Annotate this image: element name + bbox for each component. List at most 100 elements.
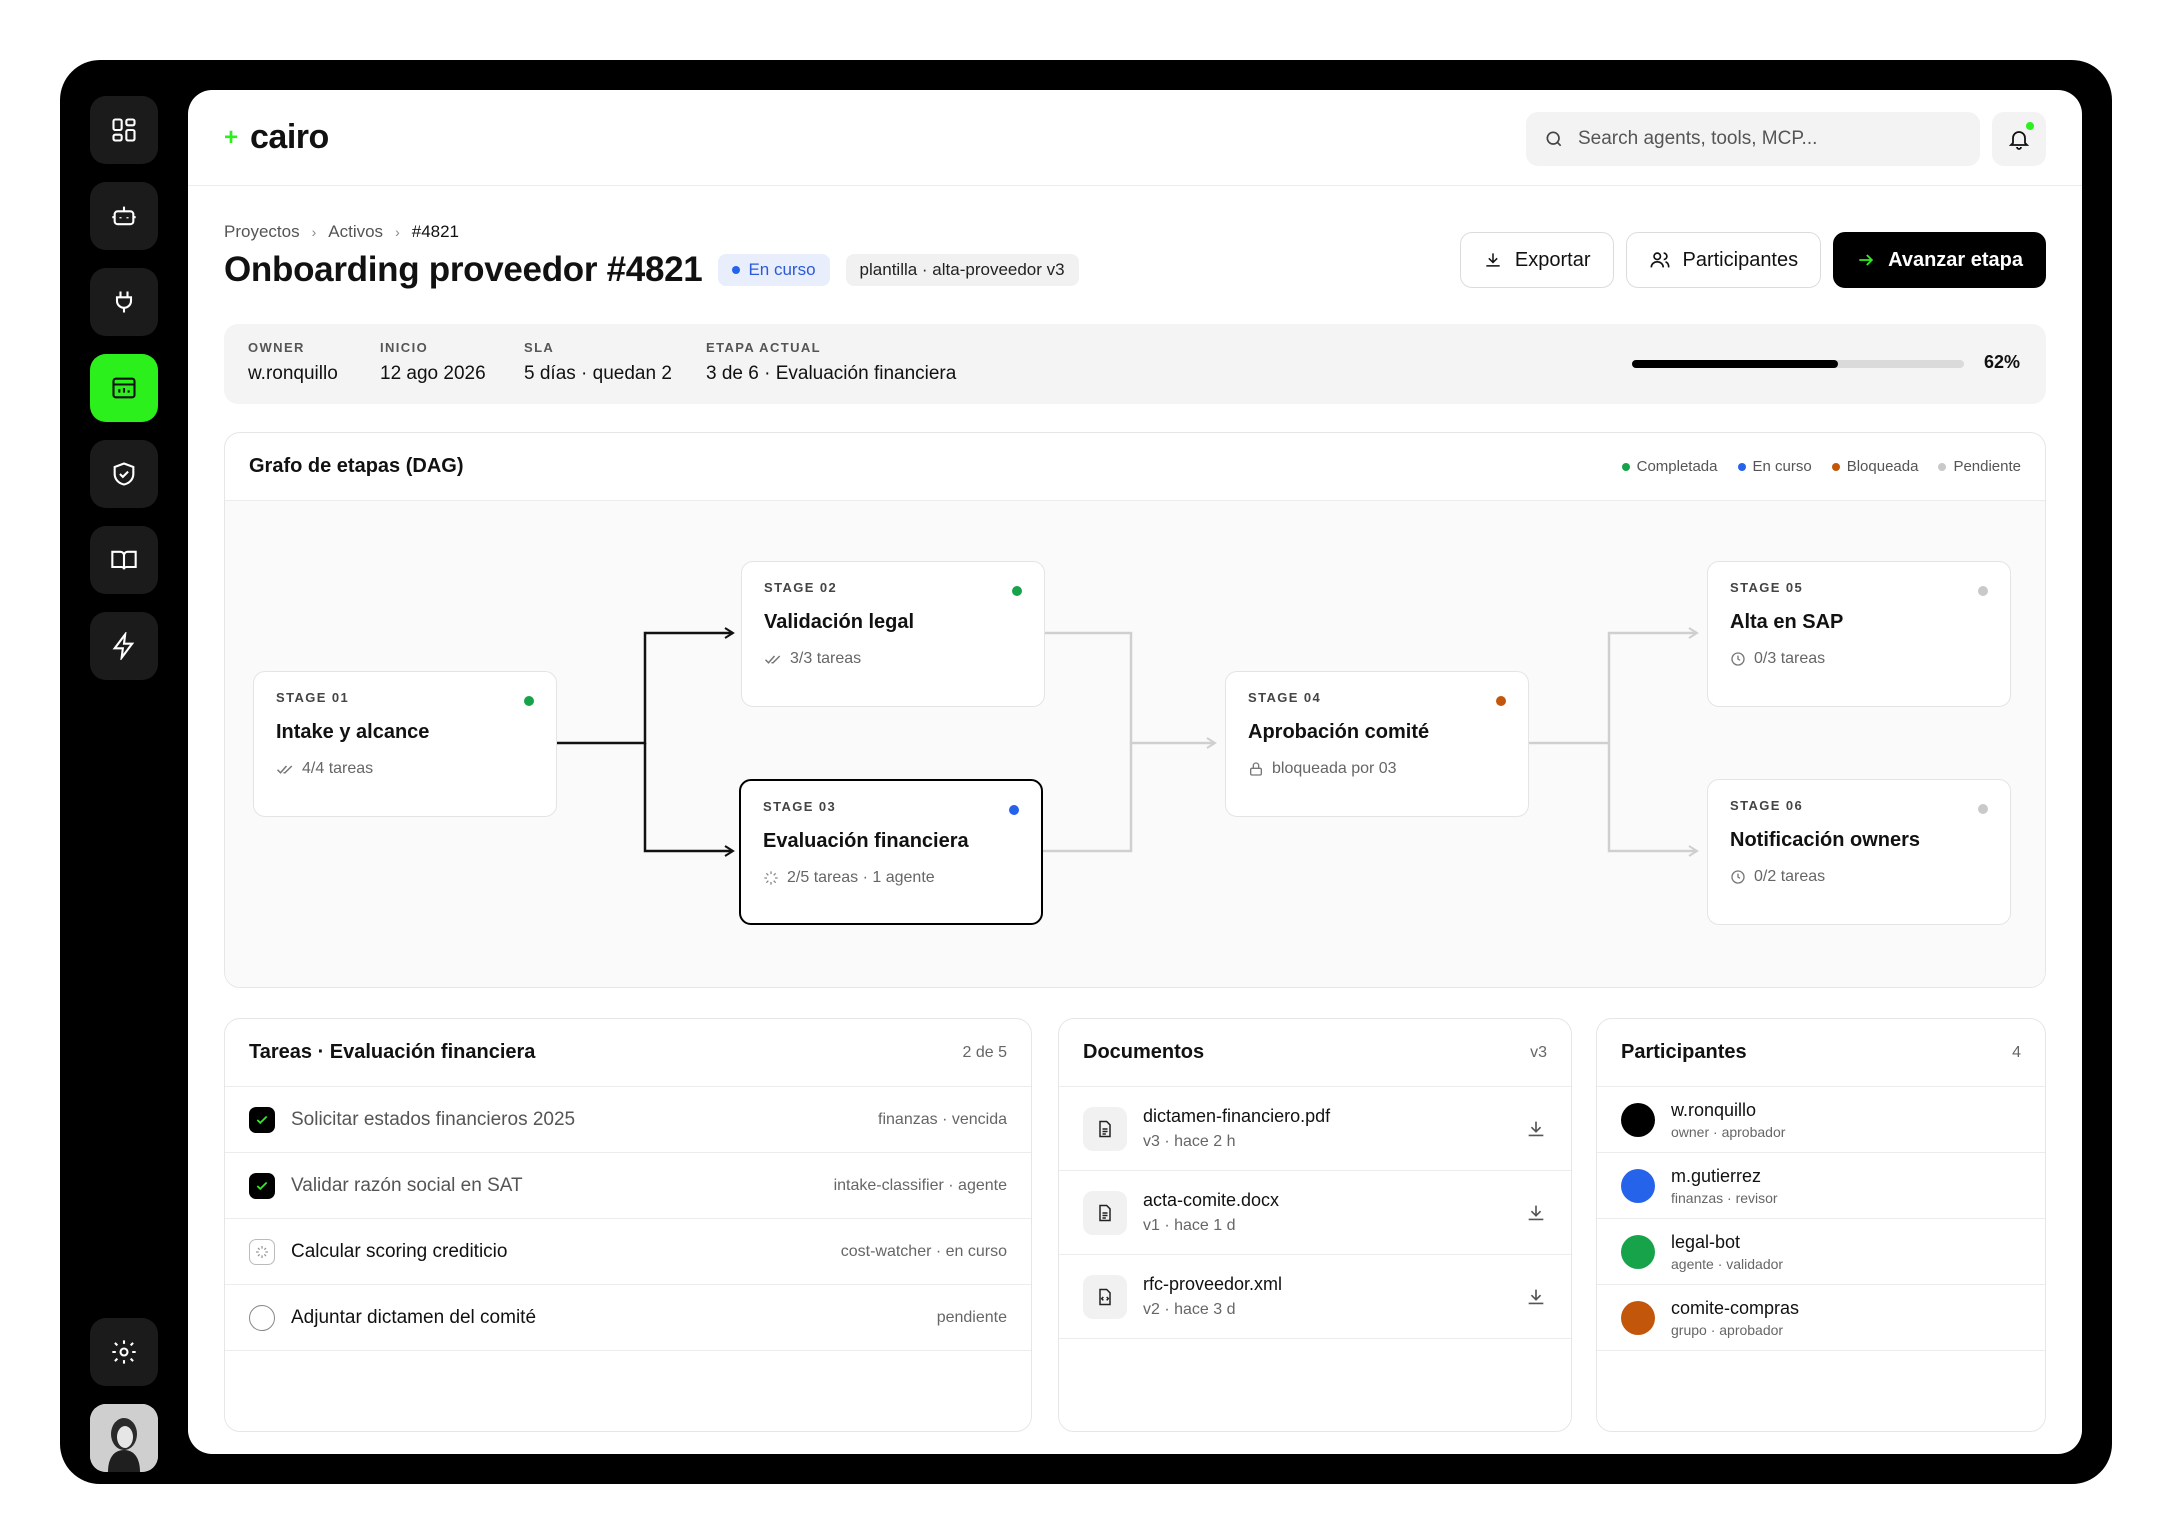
checkbox-checked[interactable] <box>249 1106 275 1133</box>
notification-dot <box>2024 120 2036 132</box>
page-actions: Exportar Participantes Avanzar etapa <box>1459 232 2046 288</box>
stage-status-dot <box>1009 805 1019 815</box>
spinner-icon <box>256 1245 268 1258</box>
download-icon[interactable] <box>1525 1202 1547 1224</box>
notifications-button[interactable] <box>1992 112 2046 166</box>
participants-button[interactable]: Participantes <box>1625 232 1822 288</box>
rail-settings[interactable] <box>90 1318 158 1386</box>
edge-02-04 <box>1043 631 1215 745</box>
stage-node-03[interactable]: STAGE 03 Evaluación financiera 2/5 tarea… <box>739 779 1043 925</box>
task-row[interactable]: Solicitar estados financieros 2025 finan… <box>225 1087 1031 1153</box>
search-box[interactable] <box>1526 112 1980 166</box>
search-input[interactable] <box>1578 128 1958 150</box>
stage-status-dot <box>1978 804 1988 814</box>
stage-node-01[interactable]: STAGE 01 Intake y alcance 4/4 tareas <box>253 671 557 817</box>
title-row: Onboarding proveedor #4821 En curso plan… <box>224 250 1079 290</box>
file-icon <box>1083 1106 1127 1151</box>
breadcrumb-projects[interactable]: Proyectos <box>224 222 300 242</box>
document-row[interactable]: acta-comite.docx v1 · hace 1 d <box>1059 1171 1571 1255</box>
documents-version: v3 <box>1530 1043 1547 1061</box>
avatar-portrait <box>90 1404 158 1472</box>
document-name: rfc-proveedor.xml <box>1143 1274 1283 1294</box>
arrow-right-icon <box>1859 254 1874 266</box>
task-label: Solicitar estados financieros 2025 <box>291 1108 576 1130</box>
tasks-count: 2 de 5 <box>962 1043 1007 1061</box>
progress-bar <box>1632 360 1964 368</box>
rail-workflows[interactable] <box>90 354 158 422</box>
task-row[interactable]: Validar razón social en SAT intake-class… <box>225 1153 1031 1219</box>
meta-current-stage: ETAPA ACTUAL 3 de 6 · Evaluación financi… <box>706 340 957 384</box>
dag-card: Grafo de etapas (DAG) Completada En curs… <box>224 432 2046 988</box>
participants-count: 4 <box>2012 1043 2021 1061</box>
participant-name: m.gutierrez <box>1671 1165 1762 1186</box>
meta-sla: SLA 5 días · quedan 2 <box>524 340 672 384</box>
status-label: En curso <box>748 260 816 279</box>
participant-row[interactable]: legal-bot agente · validador <box>1597 1219 2045 1285</box>
document-row[interactable]: dictamen-financiero.pdf v3 · hace 2 h <box>1059 1087 1571 1171</box>
page-title: Onboarding proveedor #4821 <box>224 250 703 289</box>
stage-node-02[interactable]: STAGE 02 Validación legal 3/3 tareas <box>741 561 1045 707</box>
progress-percent: 62% <box>1983 352 2020 372</box>
rail-automations[interactable] <box>90 612 158 680</box>
rail-agents[interactable] <box>90 182 158 250</box>
participant-row[interactable]: w.ronquillo owner · aprobador <box>1597 1087 2045 1153</box>
check-icon <box>256 1115 268 1124</box>
participant-name: comite-compras <box>1671 1297 1800 1318</box>
dag-header: Grafo de etapas (DAG) Completada En curs… <box>225 433 2045 501</box>
legend-in-progress: En curso <box>1737 458 1812 475</box>
stage-node-05[interactable]: STAGE 05 Alta en SAP 0/3 tareas <box>1707 561 2011 707</box>
document-name: dictamen-financiero.pdf <box>1143 1106 1331 1126</box>
project-meta: OWNER w.ronquillo INICIO 12 ago 2026 SLA… <box>224 324 2046 404</box>
documents-header: Documentos v3 <box>1059 1019 1571 1087</box>
users-icon <box>1649 252 1670 268</box>
file-icon <box>1083 1190 1127 1235</box>
document-name: acta-comite.docx <box>1143 1190 1280 1210</box>
export-button[interactable]: Exportar <box>1459 232 1614 288</box>
stage-node-04[interactable]: STAGE 04 Aprobación comité bloqueada por… <box>1225 671 1529 817</box>
legend-blocked: Bloqueada <box>1831 458 1918 475</box>
legend-completed: Completada <box>1621 458 1718 475</box>
participant-role: finanzas · revisor <box>1671 1189 1778 1206</box>
rail-dashboard[interactable] <box>90 96 158 164</box>
download-icon[interactable] <box>1525 1286 1547 1308</box>
search-icon <box>1546 131 1562 147</box>
status-dot <box>732 266 741 274</box>
edge-01-03 <box>643 743 733 853</box>
checkbox-checked[interactable] <box>249 1172 275 1199</box>
task-row[interactable]: Calcular scoring crediticio cost-watcher… <box>225 1219 1031 1285</box>
checkbox-empty[interactable] <box>249 1304 275 1331</box>
user-avatar[interactable] <box>90 1404 158 1472</box>
breadcrumb-active[interactable]: Activos <box>328 222 383 242</box>
document-row[interactable]: rfc-proveedor.xml v2 · hace 3 d <box>1059 1255 1571 1339</box>
progress-fill <box>1632 360 1838 368</box>
tasks-title: Tareas · Evaluación financiera <box>249 1041 536 1063</box>
task-label: Validar razón social en SAT <box>291 1174 523 1196</box>
download-icon[interactable] <box>1525 1118 1547 1140</box>
advance-stage-label: Avanzar etapa <box>1888 248 2023 271</box>
lightning-icon <box>112 632 135 660</box>
documents-card: Documentos v3 dictamen-financiero.pdf v3… <box>1058 1018 1572 1432</box>
task-meta: intake-classifier · agente <box>833 1176 1007 1194</box>
rail-docs[interactable] <box>90 526 158 594</box>
dag-legend: Completada En curso Bloqueada Pendiente <box>1621 458 2021 475</box>
shield-check-icon <box>113 462 135 486</box>
book-icon <box>111 550 137 570</box>
participant-row[interactable]: comite-compras grupo · aprobador <box>1597 1285 2045 1351</box>
participant-row[interactable]: m.gutierrez finanzas · revisor <box>1597 1153 2045 1219</box>
participants-title: Participantes <box>1621 1041 1747 1063</box>
stage-node-06[interactable]: STAGE 06 Notificación owners 0/2 tareas <box>1707 779 2011 925</box>
checkbox-in-progress[interactable] <box>249 1238 275 1265</box>
download-icon <box>1486 253 1500 267</box>
avatar <box>1621 1168 1655 1203</box>
check-icon <box>256 1181 268 1190</box>
task-row[interactable]: Adjuntar dictamen del comité pendiente <box>225 1285 1031 1351</box>
advance-stage-button[interactable]: Avanzar etapa <box>1833 232 2046 288</box>
participants-label: Participantes <box>1682 248 1799 271</box>
rail-integrations[interactable] <box>90 268 158 336</box>
dag-canvas: STAGE 01 Intake y alcance 4/4 tareas STA… <box>225 501 2045 987</box>
plug-icon <box>115 291 133 313</box>
tasks-card: Tareas · Evaluación financiera 2 de 5 So… <box>224 1018 1032 1432</box>
brand-logo[interactable]: + cairo <box>224 118 329 157</box>
workflow-icon <box>112 377 136 399</box>
rail-security[interactable] <box>90 440 158 508</box>
